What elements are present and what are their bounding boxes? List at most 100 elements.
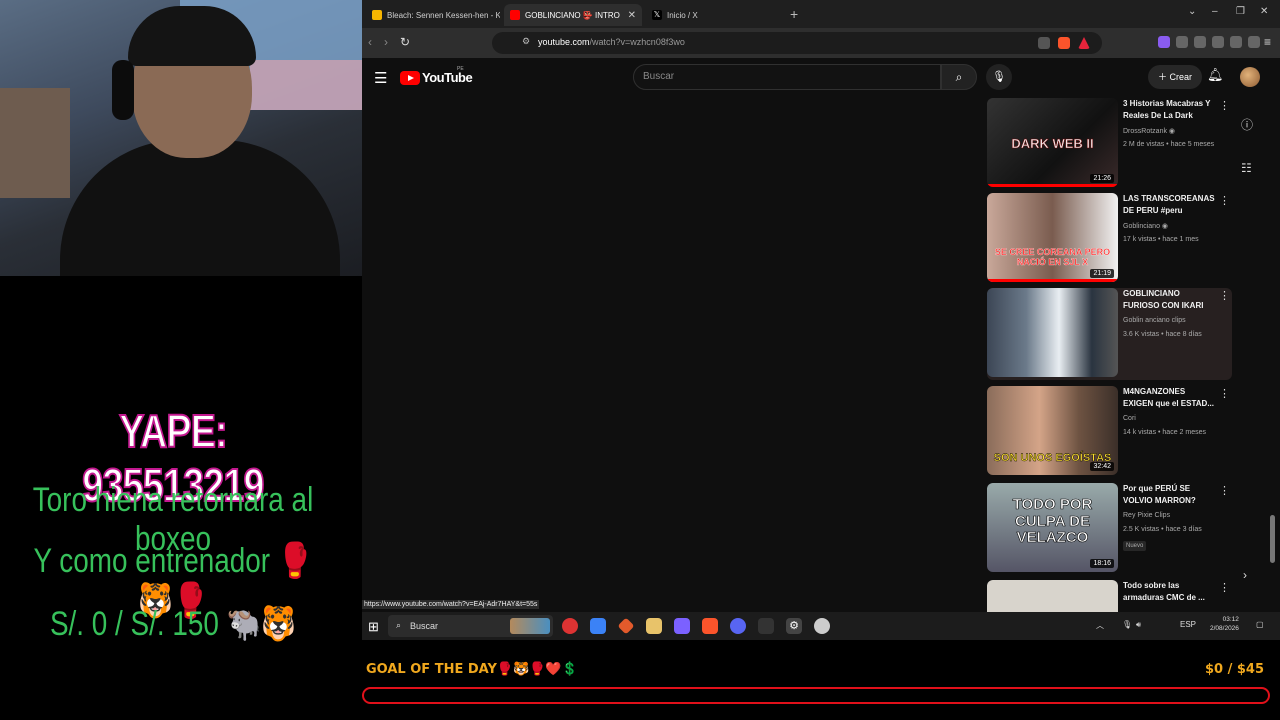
more-actions-icon[interactable]: ⋮ bbox=[1219, 291, 1230, 302]
video-duration: 21:26 bbox=[1090, 174, 1114, 183]
more-actions-icon[interactable]: ⋮ bbox=[1219, 196, 1230, 207]
webcam-feed bbox=[0, 0, 366, 276]
site-info-icon[interactable]: ⚙ bbox=[522, 36, 530, 47]
tray-overflow-icon[interactable]: ︿ bbox=[1096, 620, 1104, 631]
video-title[interactable]: Todo sobre las armaduras CMC de ... bbox=[1123, 580, 1215, 603]
app-icon[interactable] bbox=[646, 618, 662, 634]
list-item[interactable]: SON UNOS EGOÍSTAS 32:42 M4NGANZONES EXIG… bbox=[987, 386, 1232, 478]
forward-button[interactable]: › bbox=[384, 35, 388, 49]
video-title[interactable]: M4NGANZONES EXIGEN que el ESTAD... bbox=[1123, 386, 1215, 409]
language-indicator[interactable]: ESP bbox=[1180, 620, 1196, 629]
extension-icon[interactable] bbox=[1158, 36, 1170, 48]
search-input[interactable]: Buscar bbox=[633, 64, 941, 90]
extensions-puzzle-icon[interactable] bbox=[1176, 36, 1188, 48]
video-title[interactable]: 3 Historias Macabras Y Reales De La Dark… bbox=[1123, 98, 1215, 122]
tab-title: Bleach: Sennen Kessen-hen - Kashin bbox=[387, 10, 500, 20]
tab-bleach[interactable]: Bleach: Sennen Kessen-hen - Kashin bbox=[366, 4, 500, 26]
create-label: Crear bbox=[1169, 72, 1193, 82]
video-thumbnail[interactable]: DARK WEB II 21:26 bbox=[987, 98, 1118, 187]
channel-name[interactable]: DrossRotzank ◉ bbox=[1123, 127, 1175, 135]
back-button[interactable]: ‹ bbox=[368, 35, 372, 49]
vpn-icon[interactable] bbox=[1230, 36, 1242, 48]
close-window-button[interactable]: ✕ bbox=[1260, 6, 1268, 17]
url-field[interactable]: ⚙ youtube.com/watch?v=wzhcn08f3wo bbox=[492, 32, 1102, 54]
chevron-right-icon[interactable]: › bbox=[1243, 568, 1247, 582]
list-item[interactable]: DARK WEB II 21:26 3 Historias Macabras Y… bbox=[987, 98, 1232, 190]
system-clock[interactable]: 03:12 2/08/2026 bbox=[1210, 615, 1239, 633]
channel-name[interactable]: Goblin anciano clips bbox=[1123, 317, 1186, 324]
video-thumbnail[interactable] bbox=[987, 580, 1118, 612]
sidebar-icon[interactable] bbox=[1194, 36, 1206, 48]
cast-icon[interactable] bbox=[1038, 37, 1050, 49]
more-actions-icon[interactable]: ⋮ bbox=[1219, 583, 1230, 594]
clock-time: 03:12 bbox=[1222, 616, 1239, 623]
video-thumbnail[interactable]: SE CREE COREANA PERO NACIÓ EN SJL X 21:1… bbox=[987, 193, 1118, 282]
discord-icon[interactable] bbox=[730, 618, 746, 634]
maximize-button[interactable]: ❐ bbox=[1236, 6, 1245, 17]
clock-date: 2/08/2026 bbox=[1210, 625, 1239, 633]
settings-gear-icon[interactable]: ⚙ bbox=[786, 618, 802, 634]
brave-rewards-icon[interactable] bbox=[1078, 37, 1090, 49]
overlay-line-goal: S/. 0 / S/. 150 🐃🐯 bbox=[49, 605, 297, 643]
wallet-icon[interactable] bbox=[1212, 36, 1224, 48]
create-button[interactable]: ＋ Crear bbox=[1148, 65, 1203, 89]
notifications-bell-icon[interactable]: 🔔︎ bbox=[1207, 67, 1224, 83]
hamburger-menu-icon[interactable]: ☰ bbox=[374, 69, 387, 87]
more-actions-icon[interactable]: ⋮ bbox=[1219, 389, 1230, 400]
tab-list-icon[interactable]: ⌄ bbox=[1188, 6, 1196, 17]
video-title[interactable]: GOBLINCIANO FURIOSO CON IKARI POR SER ..… bbox=[1123, 288, 1215, 312]
windows-taskbar: ⊞ ⌕ Buscar ⚙ ︿ 🎙 🔊︎ ESP 03:12 2/08/2026 … bbox=[362, 612, 1280, 640]
channel-label: DrossRotzank bbox=[1123, 128, 1167, 135]
video-duration: 21:19 bbox=[1090, 269, 1114, 278]
tab-youtube[interactable]: GOBLINCIANO 👺 INTROS y BA ✕ bbox=[504, 4, 642, 26]
app-icon[interactable] bbox=[814, 618, 830, 634]
new-tab-button[interactable]: + bbox=[790, 6, 798, 22]
windows-start-icon[interactable]: ⊞ bbox=[368, 619, 379, 635]
more-actions-icon[interactable]: ⋮ bbox=[1219, 486, 1230, 497]
app-icon[interactable] bbox=[617, 617, 635, 635]
close-tab-icon[interactable]: ✕ bbox=[628, 10, 636, 21]
search-button[interactable]: ⌕ bbox=[941, 64, 977, 90]
url-path: /watch?v=wzhcn08f3wo bbox=[589, 37, 685, 47]
verified-icon: ◉ bbox=[1161, 223, 1169, 230]
info-icon[interactable]: ⓘ bbox=[1241, 116, 1253, 133]
video-thumbnail[interactable]: SON UNOS EGOÍSTAS 32:42 bbox=[987, 386, 1118, 475]
scrollbar[interactable] bbox=[1270, 515, 1275, 563]
twitch-icon[interactable] bbox=[674, 618, 690, 634]
microphone-icon[interactable]: 🎙 bbox=[1122, 620, 1132, 629]
new-badge: Nuevo bbox=[1123, 541, 1147, 551]
list-item[interactable]: TODO POR CULPA DE VELAZCO 18:16 Por que … bbox=[987, 483, 1232, 575]
speaker-icon[interactable]: 🔊︎ bbox=[1136, 620, 1141, 630]
transcript-icon[interactable]: ☷ bbox=[1241, 161, 1252, 175]
avatar[interactable] bbox=[1240, 67, 1260, 87]
minimize-button[interactable]: – bbox=[1212, 6, 1218, 17]
taskbar-search[interactable]: ⌕ Buscar bbox=[388, 615, 553, 637]
tab-x[interactable]: 𝕏 Inicio / X bbox=[646, 4, 786, 26]
video-meta: 14 k vistas • hace 2 meses bbox=[1123, 429, 1206, 436]
video-title[interactable]: LAS TRANSCOREANAS DE PERU #peru bbox=[1123, 193, 1215, 216]
copilot-icon[interactable] bbox=[590, 618, 606, 634]
notification-center-icon[interactable]: ▢ bbox=[1256, 620, 1264, 629]
video-title[interactable]: Por que PERÚ SE VOLVIO MARRON? bbox=[1123, 483, 1215, 506]
reload-button[interactable]: ↻ bbox=[400, 35, 410, 49]
channel-name[interactable]: Goblinciano ◉ bbox=[1123, 222, 1168, 230]
tab-strip: Bleach: Sennen Kessen-hen - Kashin GOBLI… bbox=[362, 0, 1280, 28]
voice-search-button[interactable]: 🎙 bbox=[986, 64, 1012, 90]
youtube-logo[interactable]: YouTube bbox=[400, 70, 473, 85]
shield-icon[interactable] bbox=[1248, 36, 1260, 48]
channel-name[interactable]: Rey Pixie Clips bbox=[1123, 512, 1170, 519]
app-icon[interactable] bbox=[758, 618, 774, 634]
video-thumbnail[interactable]: TODO POR CULPA DE VELAZCO 18:16 bbox=[987, 483, 1118, 572]
brave-browser-icon[interactable] bbox=[702, 618, 718, 634]
brave-shield-icon[interactable] bbox=[1058, 37, 1070, 49]
list-item[interactable]: GOBLINCIANO FURIOSO CON IKARI POR SER ..… bbox=[987, 288, 1232, 380]
url-host: youtube.com bbox=[538, 37, 590, 47]
menu-icon[interactable]: ≡ bbox=[1264, 35, 1271, 49]
video-thumbnail[interactable] bbox=[987, 288, 1118, 377]
more-actions-icon[interactable]: ⋮ bbox=[1219, 101, 1230, 112]
list-item[interactable]: SE CREE COREANA PERO NACIÓ EN SJL X 21:1… bbox=[987, 193, 1232, 285]
channel-name[interactable]: Cori bbox=[1123, 415, 1136, 422]
app-icon[interactable] bbox=[562, 618, 578, 634]
list-item[interactable]: Todo sobre las armaduras CMC de ... ⋮ bbox=[987, 580, 1232, 612]
thumbnail-caption: DARK WEB II bbox=[1011, 136, 1094, 152]
